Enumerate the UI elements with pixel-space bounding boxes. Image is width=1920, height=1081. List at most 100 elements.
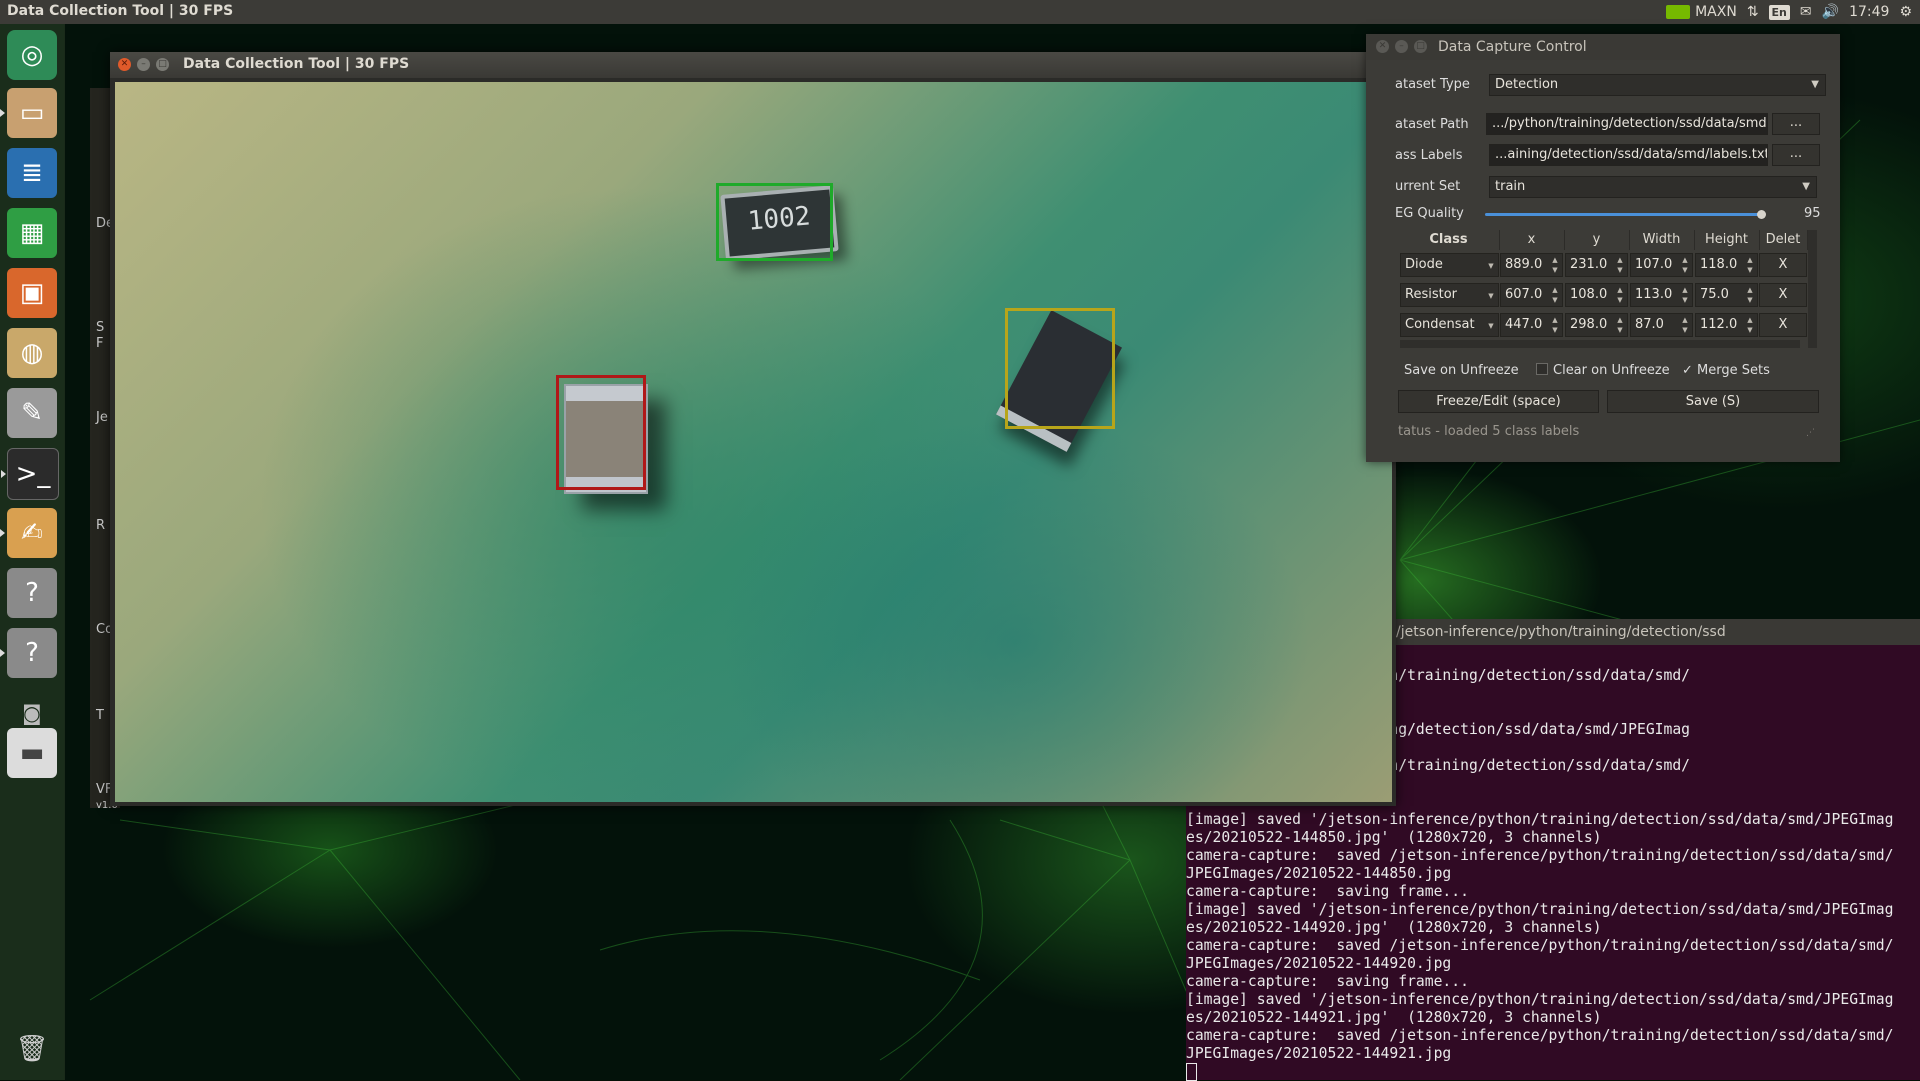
- stepper-arrows-icon[interactable]: ▲ ▼: [1550, 255, 1560, 275]
- control-panel-titlebar[interactable]: ✕ – □ Data Capture Control: [1366, 34, 1840, 60]
- terminal-icon[interactable]: >_: [1, 448, 59, 500]
- class-value: Diode: [1405, 257, 1443, 272]
- y-spinbox[interactable]: 231.0 ▲ ▼: [1565, 253, 1628, 277]
- freeze-edit-button[interactable]: Freeze/Edit (space): [1398, 390, 1599, 413]
- mail-icon[interactable]: ✉: [1800, 4, 1812, 20]
- class-select[interactable]: Diode ▼: [1400, 253, 1499, 277]
- stepper-arrows-icon[interactable]: ▲ ▼: [1680, 285, 1690, 305]
- camera-feed[interactable]: 1002: [115, 82, 1392, 802]
- x-spinbox[interactable]: 447.0 ▲ ▼: [1500, 313, 1563, 337]
- width-spinbox[interactable]: 87.0 ▲ ▼: [1630, 313, 1693, 337]
- keyboard-layout-indicator[interactable]: En: [1768, 4, 1790, 20]
- volume-icon[interactable]: 🔊: [1822, 4, 1839, 20]
- drive-icon[interactable]: ▬: [7, 728, 57, 778]
- background-window-text: S: [96, 320, 105, 335]
- column-header-delete[interactable]: Delet: [1759, 230, 1808, 250]
- minimize-icon[interactable]: –: [137, 58, 150, 71]
- capacitor-bounding-box[interactable]: [556, 375, 646, 490]
- power-mode-label: MAXN: [1695, 4, 1737, 20]
- power-mode-indicator[interactable]: MAXN: [1666, 4, 1737, 20]
- class-labels-input[interactable]: ...aining/detection/ssd/data/smd/labels.…: [1489, 144, 1768, 166]
- jpeg-quality-slider-handle[interactable]: [1757, 210, 1766, 219]
- diode-bounding-box[interactable]: [1005, 308, 1115, 429]
- y-spinbox[interactable]: 298.0 ▲ ▼: [1565, 313, 1628, 337]
- class-value: Resistor: [1405, 287, 1457, 302]
- terminal-line: camera-capture: saving frame...: [1186, 973, 1469, 990]
- writer-icon[interactable]: ≣: [7, 148, 57, 198]
- x-spinbox[interactable]: 889.0 ▲ ▼: [1500, 253, 1563, 277]
- capture-window[interactable]: ✕ – □ Data Collection Tool | 30 FPS 1002: [110, 52, 1396, 806]
- terminal-line: camera-capture: saved /jetson-inference/…: [1186, 1027, 1894, 1044]
- stepper-arrows-icon[interactable]: ▲ ▼: [1550, 285, 1560, 305]
- dataset-path-browse-button[interactable]: ...: [1772, 113, 1820, 135]
- help-icon[interactable]: ?: [0, 628, 57, 678]
- dataset-type-select[interactable]: Detection ▼: [1489, 74, 1826, 96]
- delete-row-button[interactable]: X: [1759, 313, 1807, 337]
- table-scrollbar[interactable]: [1808, 230, 1817, 348]
- save-button[interactable]: Save (S): [1607, 390, 1819, 413]
- delete-row-button[interactable]: X: [1759, 283, 1807, 307]
- height-spinbox[interactable]: 75.0 ▲ ▼: [1695, 283, 1758, 307]
- stepper-arrows-icon[interactable]: ▲ ▼: [1615, 285, 1625, 305]
- stepper-arrows-icon[interactable]: ▲ ▼: [1550, 315, 1560, 335]
- merge-sets-checkbox[interactable]: ✓ Merge Sets: [1682, 363, 1770, 378]
- x-spinbox[interactable]: 607.0 ▲ ▼: [1500, 283, 1563, 307]
- stepper-arrows-icon[interactable]: ▲ ▼: [1745, 285, 1755, 305]
- column-header-x[interactable]: x: [1499, 230, 1565, 250]
- clock[interactable]: 17:49: [1849, 4, 1889, 20]
- height-value: 118.0: [1700, 257, 1738, 272]
- height-spinbox[interactable]: 118.0 ▲ ▼: [1695, 253, 1758, 277]
- maximize-icon[interactable]: □: [156, 58, 169, 71]
- stepper-arrows-icon[interactable]: ▲ ▼: [1680, 255, 1690, 275]
- settings-icon[interactable]: ✎: [7, 388, 57, 438]
- width-spinbox[interactable]: 107.0 ▲ ▼: [1630, 253, 1693, 277]
- delete-row-button[interactable]: X: [1759, 253, 1807, 277]
- jpeg-quality-value: 95: [1804, 206, 1821, 221]
- resize-grip-icon[interactable]: ⋰: [1806, 428, 1815, 438]
- height-value: 75.0: [1700, 287, 1729, 302]
- capture-window-titlebar[interactable]: ✕ – □ Data Collection Tool | 30 FPS: [110, 52, 1396, 78]
- height-spinbox[interactable]: 112.0 ▲ ▼: [1695, 313, 1758, 337]
- gear-icon[interactable]: ⚙: [1899, 4, 1912, 20]
- text-editor-icon[interactable]: ✍: [0, 508, 57, 558]
- trash-icon[interactable]: 🗑: [7, 1024, 57, 1074]
- calc-icon[interactable]: ▦: [7, 208, 57, 258]
- jpeg-quality-slider-track[interactable]: [1485, 213, 1761, 216]
- active-window-title: Data Collection Tool | 30 FPS: [7, 3, 234, 19]
- clear-on-unfreeze-checkbox[interactable]: Clear on Unfreeze: [1536, 363, 1670, 378]
- stepper-arrows-icon[interactable]: ▲ ▼: [1745, 315, 1755, 335]
- close-icon[interactable]: ✕: [118, 58, 131, 71]
- ubuntu-logo-icon[interactable]: ◎: [7, 30, 57, 80]
- column-header-width[interactable]: Width: [1629, 230, 1695, 250]
- column-header-height[interactable]: Height: [1694, 230, 1760, 250]
- stepper-arrows-icon[interactable]: ▲ ▼: [1680, 315, 1690, 335]
- class-select[interactable]: Resistor ▼: [1400, 283, 1499, 307]
- terminal-line: JPEGImages/20210522-144850.jpg: [1186, 865, 1452, 882]
- close-icon[interactable]: ✕: [1376, 40, 1389, 53]
- jpeg-quality-label: EG Quality: [1395, 206, 1464, 221]
- current-set-select[interactable]: train ▼: [1489, 176, 1817, 198]
- horizontal-scrollbar[interactable]: [1400, 340, 1800, 348]
- save-on-unfreeze-checkbox[interactable]: Save on Unfreeze: [1404, 363, 1519, 378]
- help-icon[interactable]: ?: [7, 568, 57, 618]
- class-labels-browse-button[interactable]: ...: [1772, 144, 1820, 166]
- y-spinbox[interactable]: 108.0 ▲ ▼: [1565, 283, 1628, 307]
- height-value: 112.0: [1700, 317, 1738, 332]
- column-header-y[interactable]: y: [1564, 230, 1630, 250]
- width-spinbox[interactable]: 113.0 ▲ ▼: [1630, 283, 1693, 307]
- stepper-arrows-icon[interactable]: ▲ ▼: [1745, 255, 1755, 275]
- software-center-icon[interactable]: ◍: [7, 328, 57, 378]
- dataset-path-input[interactable]: .../python/training/detection/ssd/data/s…: [1486, 113, 1768, 135]
- background-window-text: T: [96, 708, 104, 723]
- resistor-bounding-box[interactable]: [716, 183, 833, 261]
- save-on-unfreeze-label: Save on Unfreeze: [1404, 363, 1519, 378]
- stepper-arrows-icon[interactable]: ▲ ▼: [1615, 315, 1625, 335]
- file-manager-icon[interactable]: ▭: [0, 88, 57, 138]
- impress-icon[interactable]: ▣: [7, 268, 57, 318]
- minimize-icon[interactable]: –: [1395, 40, 1408, 53]
- maximize-icon[interactable]: □: [1414, 40, 1427, 53]
- network-icon[interactable]: ⇅: [1747, 4, 1759, 20]
- class-select[interactable]: Condensat ▼: [1400, 313, 1499, 337]
- column-header-class[interactable]: Class: [1398, 230, 1500, 250]
- stepper-arrows-icon[interactable]: ▲ ▼: [1615, 255, 1625, 275]
